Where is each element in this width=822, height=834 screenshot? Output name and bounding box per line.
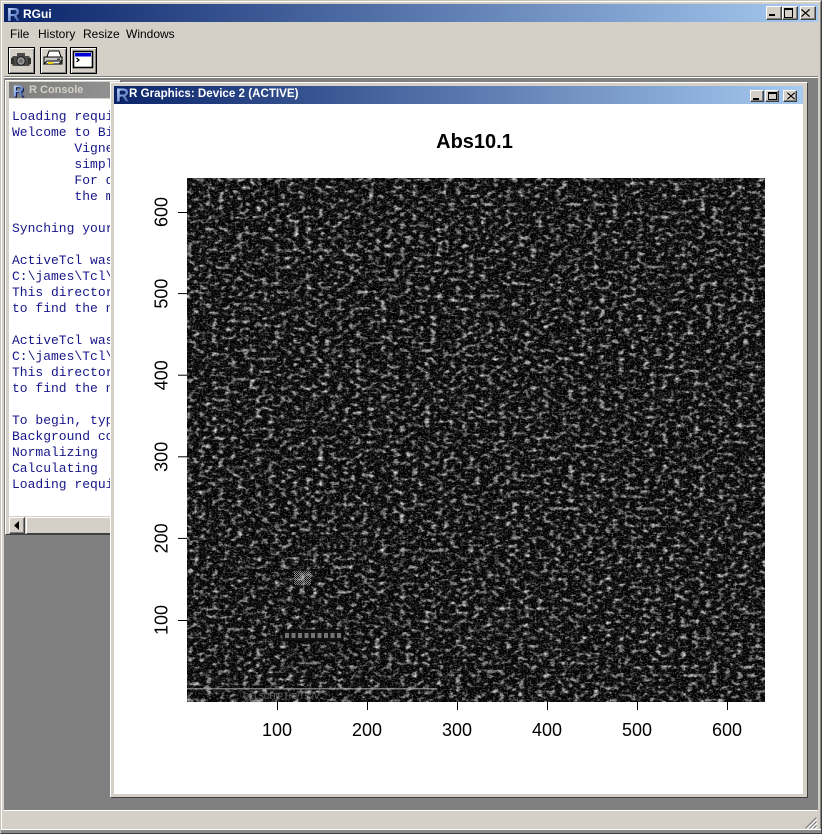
svg-text:100: 100 bbox=[262, 720, 292, 740]
svg-text:R: R bbox=[13, 83, 24, 99]
svg-text:600: 600 bbox=[152, 197, 172, 227]
svg-text:500: 500 bbox=[622, 720, 652, 740]
svg-text:R: R bbox=[7, 5, 20, 23]
svg-text:300: 300 bbox=[152, 442, 172, 472]
svg-text:200: 200 bbox=[352, 720, 382, 740]
svg-text:600: 600 bbox=[712, 720, 742, 740]
svg-text:500: 500 bbox=[152, 279, 172, 309]
svg-text:R: R bbox=[116, 86, 129, 104]
svg-text:400: 400 bbox=[532, 720, 562, 740]
svg-text:400: 400 bbox=[152, 360, 172, 390]
svg-text:300: 300 bbox=[442, 720, 472, 740]
svg-text:100: 100 bbox=[152, 605, 172, 635]
svg-text:200: 200 bbox=[152, 523, 172, 553]
